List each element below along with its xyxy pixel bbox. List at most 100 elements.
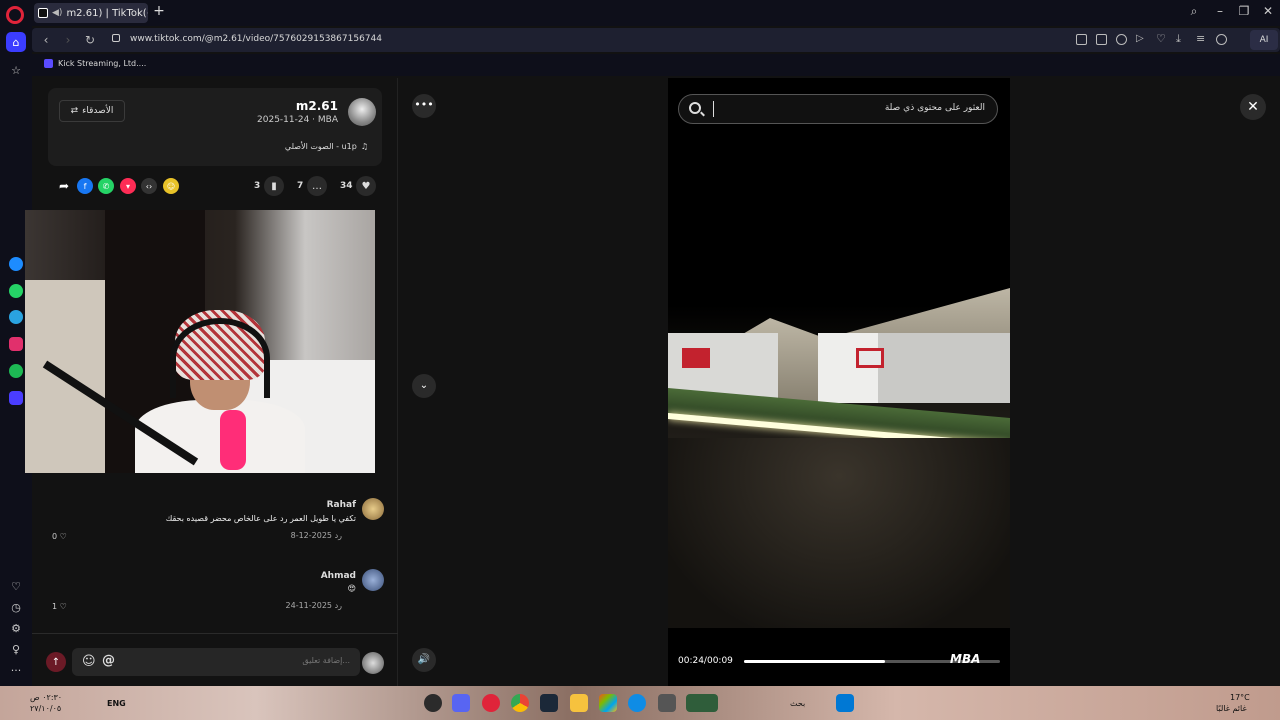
star-icon[interactable]: ☆ bbox=[6, 60, 26, 80]
telegram-icon[interactable] bbox=[9, 310, 23, 324]
volume-button[interactable]: 🔊 bbox=[412, 648, 436, 672]
emoji-icon[interactable]: ☺ bbox=[82, 654, 96, 669]
user-avatar[interactable] bbox=[362, 652, 384, 674]
next-video-button[interactable]: ⌄ bbox=[412, 374, 436, 398]
messenger-icon[interactable] bbox=[9, 257, 23, 271]
windows-start-icon[interactable] bbox=[836, 694, 854, 712]
webcam-overlay bbox=[25, 210, 375, 473]
comment-avatar[interactable] bbox=[362, 569, 384, 591]
comment-avatar[interactable] bbox=[362, 498, 384, 520]
friends-button[interactable]: ⇄ الأصدقاء bbox=[59, 100, 125, 122]
video-frame bbox=[668, 288, 1010, 628]
camera-icon[interactable] bbox=[1096, 34, 1107, 45]
search-tabs-icon[interactable]: ⌕ bbox=[1186, 4, 1202, 19]
settings-icon[interactable]: ⚙ bbox=[6, 618, 26, 638]
music-link[interactable]: الصوت الأصلي - u1p ♫ bbox=[285, 142, 368, 151]
author-avatar[interactable] bbox=[348, 98, 376, 126]
whatsapp-share-icon[interactable]: ✆ bbox=[98, 178, 114, 194]
heart-icon[interactable]: ♡ bbox=[6, 576, 26, 596]
like-icon[interactable]: ♥ bbox=[356, 176, 376, 196]
more-options-button[interactable]: ••• bbox=[412, 94, 436, 118]
taskbar-search[interactable]: بحث bbox=[790, 699, 805, 708]
close-window-button[interactable]: ✕ bbox=[1260, 4, 1276, 18]
video-player[interactable] bbox=[668, 78, 1010, 686]
comment-like[interactable]: 0 ♡ bbox=[52, 532, 67, 541]
profile-icon[interactable] bbox=[1216, 34, 1227, 45]
comment-text: تكفي يا طويل العمر رد على عالخاص محضر قص… bbox=[165, 514, 356, 523]
taskview-icon[interactable] bbox=[658, 694, 676, 712]
mention-icon[interactable]: @ bbox=[102, 653, 115, 668]
whatsapp-icon[interactable] bbox=[9, 284, 23, 298]
comment-input[interactable] bbox=[150, 656, 350, 665]
comment-input-box[interactable]: ☺ @ bbox=[72, 648, 360, 676]
spotify-icon[interactable] bbox=[9, 364, 23, 378]
opera-logo-icon[interactable] bbox=[6, 6, 24, 24]
menu-icon[interactable]: ≡ bbox=[1196, 33, 1207, 45]
minimize-button[interactable]: – bbox=[1212, 4, 1228, 18]
copilot-icon[interactable] bbox=[599, 694, 617, 712]
reload-button[interactable]: ↻ bbox=[82, 32, 98, 48]
related-search-bar[interactable]: العثور على محتوى ذي صلة bbox=[678, 94, 998, 124]
bookmark-icon[interactable]: ▮ bbox=[264, 176, 284, 196]
taskbar-date[interactable]: ٢٧/١٠/٠٥ bbox=[30, 704, 61, 713]
speaker-icon[interactable]: ◀) bbox=[52, 8, 62, 18]
steam-icon[interactable] bbox=[540, 694, 558, 712]
share-arrow-icon[interactable]: ➦ bbox=[56, 178, 72, 194]
post-comment-button[interactable]: ↑ bbox=[46, 652, 66, 672]
discord-icon[interactable] bbox=[452, 694, 470, 712]
url-text[interactable]: www.tiktok.com/@m2.61/video/757602915386… bbox=[130, 34, 382, 44]
file-explorer-icon[interactable] bbox=[570, 694, 588, 712]
send-icon[interactable]: ▾ bbox=[120, 178, 136, 194]
webcam-headset bbox=[170, 318, 270, 398]
taskbar-time[interactable]: ٠٢:٣٠ ص bbox=[30, 693, 62, 702]
history-icon[interactable]: ◷ bbox=[6, 597, 26, 617]
edit-icon[interactable] bbox=[1076, 34, 1087, 45]
chrome-icon[interactable] bbox=[511, 694, 529, 712]
lock-icon[interactable] bbox=[112, 34, 120, 42]
ai-button[interactable]: AI bbox=[1250, 30, 1278, 50]
comment-icon[interactable]: … bbox=[307, 176, 327, 196]
reply-link[interactable]: رد bbox=[335, 601, 342, 610]
player-icon[interactable] bbox=[9, 391, 23, 405]
tiktok-favicon-icon bbox=[38, 8, 48, 18]
more-icon[interactable]: ··· bbox=[6, 660, 26, 680]
restore-button[interactable]: ❐ bbox=[1236, 4, 1252, 18]
forward-button[interactable]: › bbox=[60, 32, 76, 48]
post-date: 2025-11-24 · MBA bbox=[257, 115, 338, 125]
screen: ◀) m2.61) | TikTok(+99) + ⌕ – ❐ ✕ ⌂ ☆ ♡ … bbox=[0, 0, 1280, 720]
reply-link[interactable]: رد bbox=[335, 531, 342, 540]
language-indicator[interactable]: ENG bbox=[107, 699, 126, 708]
author-name[interactable]: m2.61 bbox=[296, 99, 338, 113]
active-tab[interactable]: ◀) m2.61) | TikTok(+99) bbox=[34, 3, 148, 23]
swap-icon: ⇄ bbox=[70, 106, 79, 116]
tips-icon[interactable]: ♀ bbox=[6, 639, 26, 659]
related-search-text: العثور على محتوى ذي صلة bbox=[884, 103, 985, 113]
download-icon[interactable]: ⤓ bbox=[1176, 33, 1187, 45]
webcam-microphone bbox=[220, 410, 246, 470]
comment-like[interactable]: 1 ♡ bbox=[52, 602, 67, 611]
back-button[interactable]: ‹ bbox=[38, 32, 54, 48]
heart-outline-icon[interactable]: ♡ bbox=[1156, 33, 1167, 45]
facebook-icon[interactable]: f bbox=[77, 178, 93, 194]
home-icon[interactable]: ⌂ bbox=[6, 32, 26, 52]
close-icon[interactable]: ✕ bbox=[1240, 94, 1266, 120]
weather-temp[interactable]: 17°C bbox=[1230, 693, 1250, 702]
taskbar: ٠٢:٣٠ ص ٢٧/١٠/٠٥ ENG بحث 17°C غائم غالبً… bbox=[0, 686, 1280, 720]
opera-taskbar-icon[interactable] bbox=[482, 694, 500, 712]
coins-icon[interactable]: ☺ bbox=[163, 178, 179, 194]
active-app-icon[interactable] bbox=[686, 694, 718, 712]
comment-author[interactable]: Rahaf bbox=[327, 500, 356, 510]
new-tab-button[interactable]: + bbox=[152, 4, 166, 18]
comment-author[interactable]: Ahmad bbox=[321, 571, 356, 581]
play-icon[interactable]: ▷ bbox=[1136, 34, 1147, 45]
instagram-icon[interactable] bbox=[9, 337, 23, 351]
weather-desc[interactable]: غائم غالبًا bbox=[1216, 704, 1247, 713]
kick-favicon-icon bbox=[44, 59, 53, 68]
bookmark-kick[interactable]: Kick Streaming, Ltd.... bbox=[44, 59, 146, 68]
app-icon[interactable] bbox=[424, 694, 442, 712]
edge-icon[interactable] bbox=[628, 694, 646, 712]
embed-icon[interactable]: ‹› bbox=[141, 178, 157, 194]
search-icon[interactable] bbox=[689, 102, 701, 114]
bookmarks-bar: Kick Streaming, Ltd.... bbox=[32, 54, 1280, 76]
shield-icon[interactable] bbox=[1116, 34, 1127, 45]
